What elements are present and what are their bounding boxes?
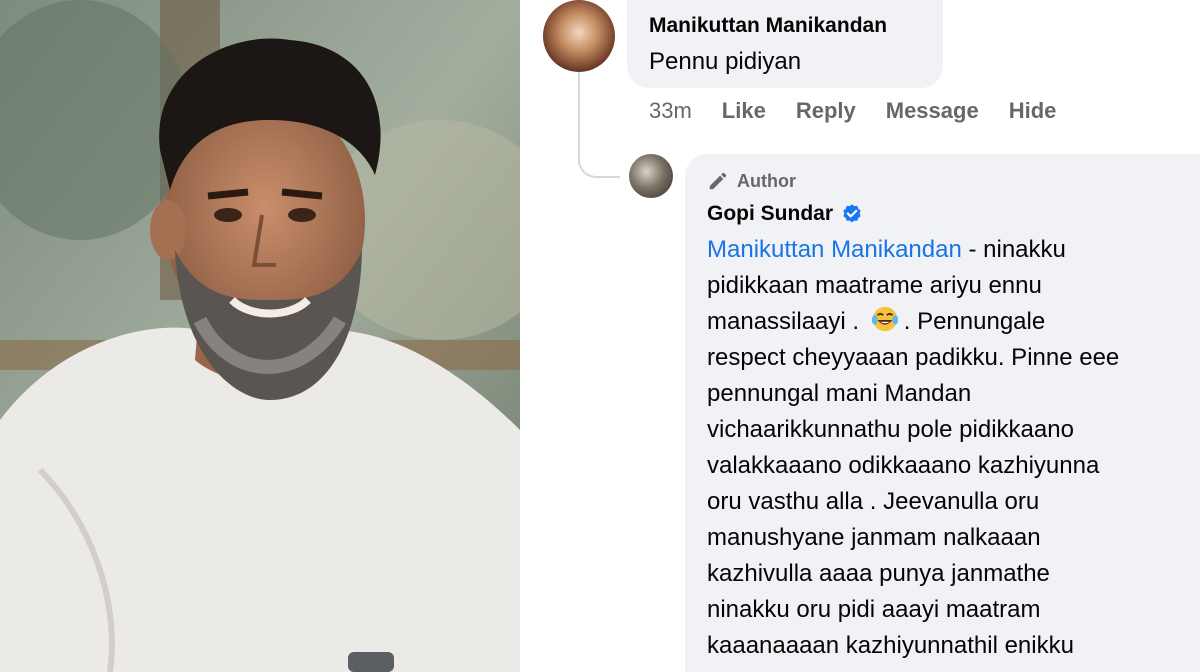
reply-line: manushyane janmam nalkaaan [707, 524, 1041, 551]
reply-line: oru vasthu alla . Jeevanulla oru [707, 488, 1040, 515]
reply-header: Gopi Sundar [707, 202, 863, 226]
like-button[interactable]: Like [722, 98, 766, 124]
pencil-icon [709, 172, 727, 190]
comment-actions: 33m Like Reply Message Hide [649, 98, 1056, 124]
man-portrait-illustration [0, 0, 520, 672]
thread-connector-curve [578, 150, 620, 178]
verified-badge-icon [843, 204, 861, 223]
reply-line: pidikkaan maatrame ariyu ennu [707, 272, 1042, 299]
mention-link[interactable]: Manikuttan Manikandan [707, 236, 962, 263]
reply-line: pennungal mani Mandan [707, 380, 972, 407]
message-button[interactable]: Message [886, 98, 979, 124]
commenter-avatar[interactable] [543, 0, 615, 72]
reply-author-name[interactable]: Gopi Sundar [707, 202, 833, 226]
author-badge: Author [707, 170, 796, 192]
reply-author-avatar[interactable] [629, 154, 673, 198]
reply-line: vichaarikkunnathu pole pidikkaano [707, 416, 1074, 443]
hide-button[interactable]: Hide [1009, 98, 1057, 124]
comment-bubble: Manikuttan Manikandan Pennu pidiyan [627, 0, 943, 88]
author-badge-label: Author [737, 170, 796, 191]
reply-line: kaaanaaaan kazhiyunnathil enikku [707, 632, 1074, 659]
reply-line: manassilaayi . . Pennungale [707, 304, 1200, 340]
reply-line: ninakku oru pidi aaayi maatram [707, 596, 1041, 623]
reply-line: kazhivulla aaaa punya janmathe [707, 560, 1050, 587]
reply-line: Manikuttan Manikandan - ninakku [707, 236, 1066, 263]
reply-line: respect cheyyaaan padikku. Pinne eee [707, 344, 1120, 371]
reply-text: Manikuttan Manikandan - ninakku pidikkaa… [707, 232, 1200, 664]
reply-button[interactable]: Reply [796, 98, 856, 124]
reply-line: valakkaaano odikkaaano kazhiyunna [707, 452, 1100, 479]
commenter-name[interactable]: Manikuttan Manikandan [649, 14, 887, 38]
comment-thread: Manikuttan Manikandan Pennu pidiyan 33m … [523, 0, 1200, 672]
reply-bubble: Author Gopi Sundar Manikuttan Manikandan… [685, 154, 1200, 672]
comment-text: Pennu pidiyan [649, 48, 802, 75]
comment-timestamp[interactable]: 33m [649, 98, 692, 124]
laughing-tears-emoji-icon [871, 306, 898, 332]
profile-photo [0, 0, 520, 672]
